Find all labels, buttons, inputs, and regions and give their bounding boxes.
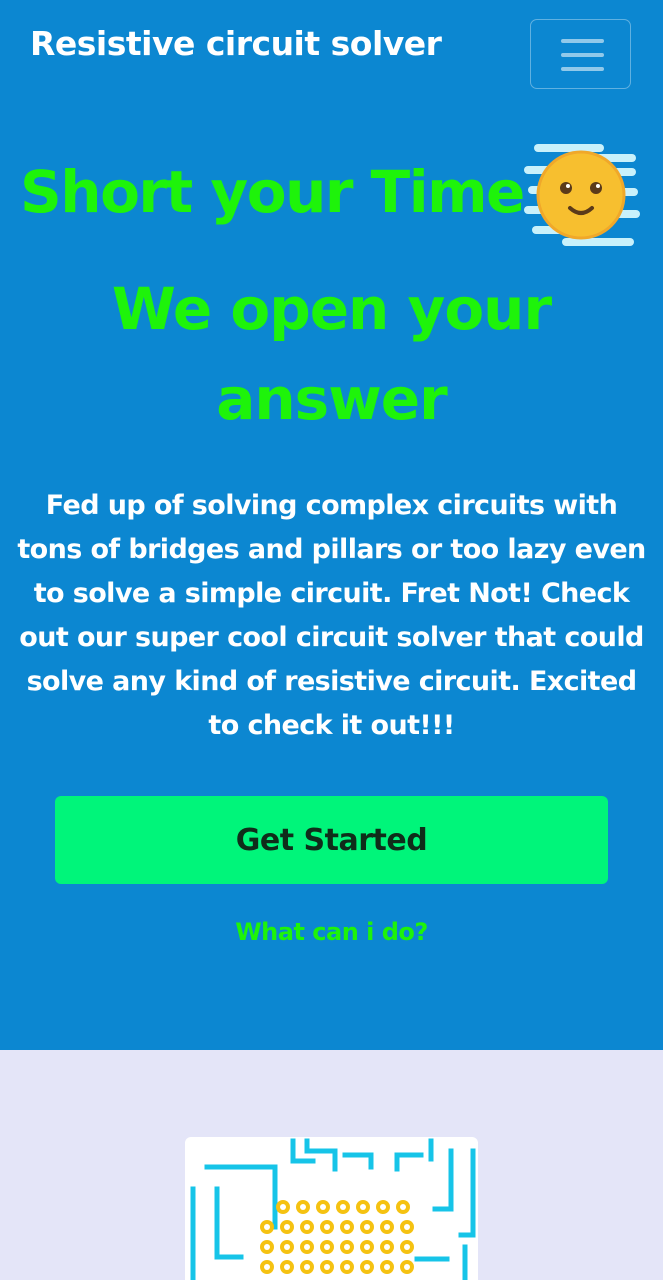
hamburger-menu-icon-bar (561, 67, 604, 71)
smiling-face-emoji-icon (524, 144, 640, 246)
hamburger-menu-icon-bar (561, 53, 604, 57)
hero-description: Fed up of solving complex circuits with … (17, 490, 646, 741)
hero-section: Resistive circuit solver Short your Time… (0, 0, 663, 1050)
hero-headline: Short your Time (20, 158, 525, 226)
menu-toggle-button[interactable] (530, 19, 631, 89)
get-started-button[interactable]: Get Started (55, 796, 608, 884)
circuit-illustration-card (185, 1137, 478, 1280)
brand-title[interactable]: Resistive circuit solver (30, 24, 442, 63)
circuit-board-illustration (190, 1138, 476, 1280)
hero-subheadline: We open your answer (111, 275, 552, 433)
what-can-i-do-link[interactable]: What can i do? (0, 918, 663, 946)
hamburger-menu-icon (561, 39, 604, 43)
